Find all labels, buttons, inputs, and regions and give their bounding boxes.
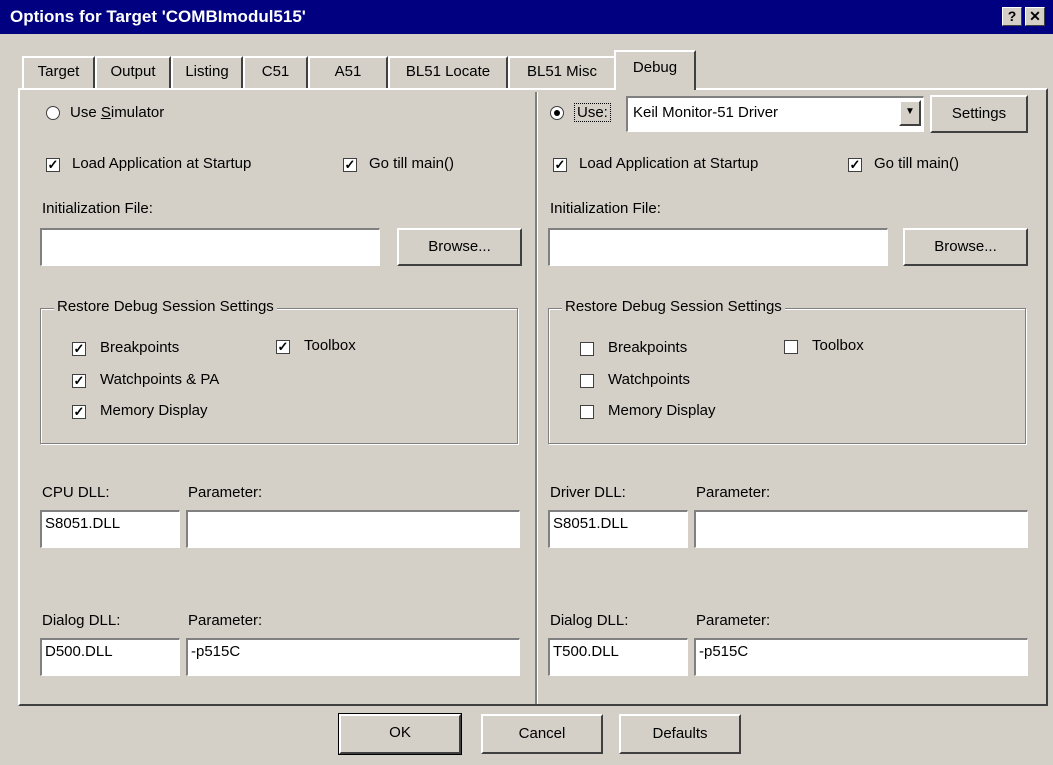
- left-init-file-label: Initialization File:: [42, 200, 153, 217]
- right-breakpoints-checkbox[interactable]: [580, 342, 594, 356]
- tab-debug[interactable]: Debug: [614, 50, 696, 90]
- tab-a51[interactable]: A51: [308, 56, 388, 88]
- right-dialog-param-label: Parameter:: [696, 612, 771, 629]
- left-go-till-main-checkbox[interactable]: ✓: [343, 158, 357, 172]
- defaults-button[interactable]: Defaults: [619, 714, 741, 754]
- tab-c51[interactable]: C51: [243, 56, 308, 88]
- driver-select-value: Keil Monitor-51 Driver: [633, 104, 779, 121]
- right-watchpoints-label: Watchpoints: [608, 371, 690, 388]
- driver-select[interactable]: Keil Monitor-51 Driver ▼: [626, 96, 924, 132]
- cpu-param-label: Parameter:: [188, 484, 263, 501]
- right-toolbox-label: Toolbox: [812, 337, 864, 354]
- left-memory-display-label: Memory Display: [100, 402, 208, 419]
- right-init-file-label: Initialization File:: [550, 200, 661, 217]
- left-dialog-param-label: Parameter:: [188, 612, 263, 629]
- options-dialog: Options for Target 'COMBImodul515' ? ✕ T…: [0, 0, 1053, 765]
- left-watchpoints-checkbox[interactable]: ✓: [72, 374, 86, 388]
- use-simulator-radio[interactable]: [46, 106, 60, 120]
- use-driver-label[interactable]: Use:: [574, 103, 611, 122]
- right-go-till-main-checkbox[interactable]: ✓: [848, 158, 862, 172]
- close-button[interactable]: ✕: [1025, 7, 1045, 26]
- title-bar: Options for Target 'COMBImodul515' ? ✕: [0, 0, 1053, 34]
- driver-dll-input[interactable]: S8051.DLL: [548, 510, 688, 548]
- tab-bl51-misc[interactable]: BL51 Misc: [508, 56, 616, 88]
- right-dialog-dll-input[interactable]: T500.DLL: [548, 638, 688, 676]
- cpu-dll-input[interactable]: S8051.DLL: [40, 510, 180, 548]
- ok-button[interactable]: OK: [338, 713, 462, 755]
- left-load-app-label: Load Application at Startup: [72, 155, 252, 172]
- left-load-app-checkbox[interactable]: ✓: [46, 158, 60, 172]
- right-breakpoints-label: Breakpoints: [608, 339, 688, 356]
- radio-selected-dot: [554, 110, 560, 116]
- left-dialog-dll-label: Dialog DLL:: [42, 612, 121, 629]
- use-simulator-label[interactable]: Use Simulator: [70, 104, 164, 121]
- right-go-till-main-label: Go till main(): [874, 155, 960, 172]
- right-watchpoints-checkbox[interactable]: [580, 374, 594, 388]
- left-toolbox-checkbox[interactable]: ✓: [276, 340, 290, 354]
- right-browse-button[interactable]: Browse...: [903, 228, 1028, 266]
- left-breakpoints-checkbox[interactable]: ✓: [72, 342, 86, 356]
- left-memory-display-checkbox[interactable]: ✓: [72, 405, 86, 419]
- left-dialog-param-input[interactable]: -p515C: [186, 638, 520, 676]
- right-init-file-input[interactable]: [548, 228, 888, 266]
- driver-dll-label: Driver DLL:: [550, 484, 626, 501]
- right-toolbox-checkbox[interactable]: [784, 340, 798, 354]
- tab-bl51-locate[interactable]: BL51 Locate: [388, 56, 508, 88]
- tab-target[interactable]: Target: [22, 56, 95, 88]
- column-divider: [535, 92, 538, 704]
- cpu-dll-label: CPU DLL:: [42, 484, 110, 501]
- left-browse-button[interactable]: Browse...: [397, 228, 522, 266]
- right-memory-display-label: Memory Display: [608, 402, 716, 419]
- left-dialog-dll-input[interactable]: D500.DLL: [40, 638, 180, 676]
- right-load-app-checkbox[interactable]: ✓: [553, 158, 567, 172]
- use-driver-radio[interactable]: [550, 106, 564, 120]
- right-dialog-dll-label: Dialog DLL:: [550, 612, 629, 629]
- dropdown-arrow-icon[interactable]: ▼: [899, 100, 921, 126]
- left-watchpoints-label: Watchpoints & PA: [100, 371, 220, 388]
- window-title: Options for Target 'COMBImodul515': [10, 7, 306, 26]
- settings-button[interactable]: Settings: [930, 95, 1028, 133]
- driver-param-input[interactable]: [694, 510, 1028, 548]
- right-restore-title: Restore Debug Session Settings: [562, 298, 785, 315]
- right-load-app-label: Load Application at Startup: [579, 155, 759, 172]
- left-go-till-main-label: Go till main(): [369, 155, 455, 172]
- left-toolbox-label: Toolbox: [304, 337, 356, 354]
- right-memory-display-checkbox[interactable]: [580, 405, 594, 419]
- help-button[interactable]: ?: [1002, 7, 1022, 26]
- left-init-file-input[interactable]: [40, 228, 380, 266]
- right-dialog-param-input[interactable]: -p515C: [694, 638, 1028, 676]
- tab-listing[interactable]: Listing: [171, 56, 243, 88]
- left-restore-title: Restore Debug Session Settings: [54, 298, 277, 315]
- tab-output[interactable]: Output: [95, 56, 171, 88]
- cpu-param-input[interactable]: [186, 510, 520, 548]
- driver-param-label: Parameter:: [696, 484, 771, 501]
- cancel-button[interactable]: Cancel: [481, 714, 603, 754]
- left-breakpoints-label: Breakpoints: [100, 339, 180, 356]
